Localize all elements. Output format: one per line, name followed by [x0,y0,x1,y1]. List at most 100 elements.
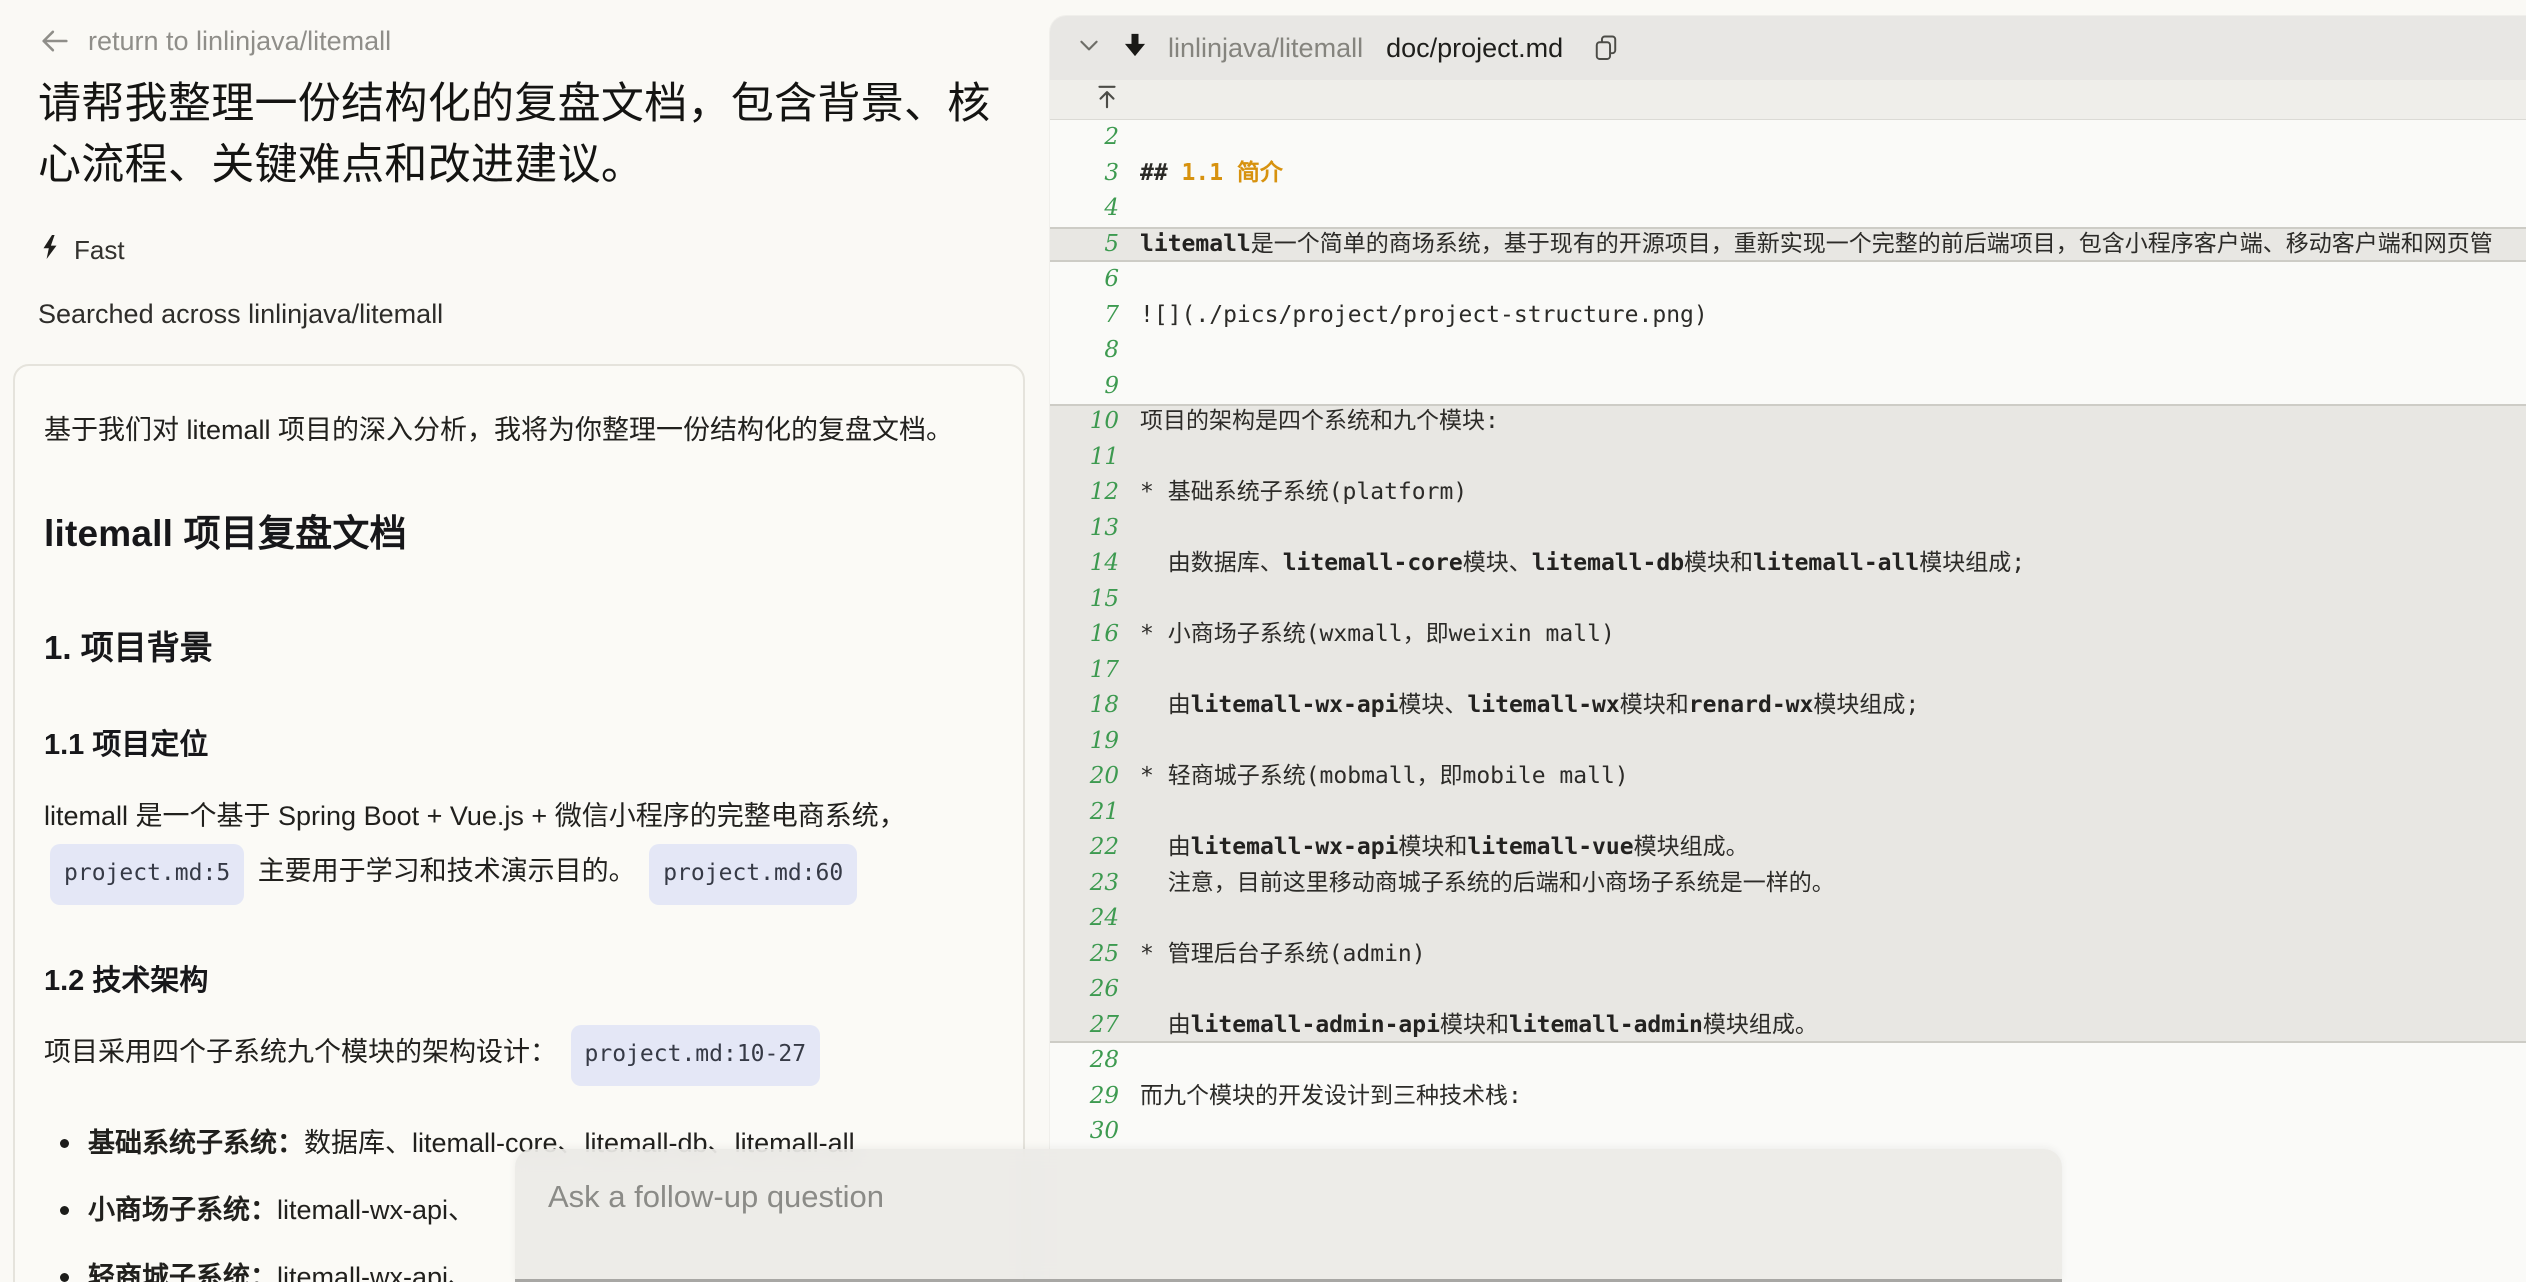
paragraph-text: 项目采用四个子系统九个模块的架构设计： [44,1037,557,1067]
return-link-label: return to linlinjava/litemall [88,26,391,57]
code-line: 7![](./pics/project/project-structure.pn… [1050,298,2526,334]
line-content [1140,1043,2526,1079]
code-line: 25* 管理后台子系统(admin) [1050,937,2526,973]
line-number: 6 [1050,262,1140,298]
code-line: 19 [1050,724,2526,760]
code-toolbar [1050,80,2526,120]
file-path[interactable]: doc/project.md [1386,33,1563,64]
user-question: 请帮我整理一份结构化的复盘文档，包含背景、核心流程、关键难点和改进建议。 [38,74,998,196]
code-line: 10项目的架构是四个系统和九个模块: [1050,404,2526,440]
line-number: 19 [1050,724,1140,760]
line-number: 13 [1050,511,1140,547]
subsection-heading: 1.2 技术架构 [44,957,975,999]
follow-up-input[interactable]: Ask a follow-up question [515,1149,2062,1282]
repo-name[interactable]: linlinjava/litemall [1168,33,1363,64]
line-content [1140,511,2526,547]
scroll-to-top-icon[interactable] [1094,83,1120,116]
copy-icon[interactable] [1592,33,1620,63]
line-content: 由数据库、litemall-core模块、litemall-db模块和litem… [1140,546,2526,582]
line-content [1140,120,2526,156]
line-content: * 轻商城子系统(mobmall，即mobile mall) [1140,759,2526,795]
code-line: 12* 基础系统子系统(platform) [1050,475,2526,511]
citation-badge[interactable]: project.md:60 [649,844,857,905]
code-line: 6 [1050,262,2526,298]
code-line: 21 [1050,795,2526,831]
line-content: ## 1.1 简介 [1140,156,2526,192]
code-line: 29而九个模块的开发设计到三种技术栈: [1050,1079,2526,1115]
code-line: 30 [1050,1114,2526,1150]
line-number: 8 [1050,333,1140,369]
citation-badge[interactable]: project.md:5 [50,844,244,905]
line-number: 22 [1050,830,1140,866]
paragraph: 项目采用四个子系统九个模块的架构设计： project.md:10-27 [44,1025,975,1086]
section-heading: 1. 项目背景 [44,621,975,669]
answer-card: 基于我们对 litemall 项目的深入分析，我将为你整理一份结构化的复盘文档。… [13,364,1025,1282]
line-number: 23 [1050,866,1140,902]
line-content: 由litemall-wx-api模块、litemall-wx模块和renard-… [1140,688,2526,724]
line-number: 5 [1050,227,1140,263]
line-content: 注意，目前这里移动商城子系统的后端和小商场子系统是一样的。 [1140,866,2526,902]
paragraph-text: litemall 是一个基于 Spring Boot + Vue.js + 微信… [44,801,906,831]
code-line: 3## 1.1 简介 [1050,156,2526,192]
line-content: 项目的架构是四个系统和九个模块: [1140,404,2526,440]
code-line: 4 [1050,191,2526,227]
line-content: ![](./pics/project/project-structure.png… [1140,298,2526,334]
file-viewer-header: linlinjava/litemall doc/project.md [1050,16,2526,80]
return-link[interactable]: return to linlinjava/litemall [38,24,1040,58]
line-number: 3 [1050,156,1140,192]
code-content[interactable]: 23 ## 1.1 简介45litemall是一个简单的商场系统，基于现有的开源项… [1050,120,2526,1150]
line-content: 而九个模块的开发设计到三种技术栈: [1140,1079,2526,1115]
line-content [1140,1114,2526,1150]
line-content [1140,795,2526,831]
chat-panel: return to linlinjava/litemall 请帮我整理一份结构化… [0,0,1040,1282]
line-content [1140,972,2526,1008]
line-number: 7 [1050,298,1140,334]
line-number: 18 [1050,688,1140,724]
code-line: 14 由数据库、litemall-core模块、litemall-db模块和li… [1050,546,2526,582]
line-number: 21 [1050,795,1140,831]
line-content [1140,582,2526,618]
line-number: 14 [1050,546,1140,582]
mode-label: Fast [74,235,125,266]
lightning-bolt-icon [38,234,62,267]
line-number: 10 [1050,404,1140,440]
line-number: 9 [1050,369,1140,405]
line-content: * 基础系统子系统(platform) [1140,475,2526,511]
answer-intro: 基于我们对 litemall 项目的深入分析，我将为你整理一份结构化的复盘文档。 [44,404,975,457]
code-line: 22 由litemall-wx-api模块和litemall-vue模块组成。 [1050,830,2526,866]
code-line: 8 [1050,333,2526,369]
line-number: 25 [1050,937,1140,973]
line-number: 26 [1050,972,1140,1008]
line-content [1140,724,2526,760]
code-line: 26 [1050,972,2526,1008]
arrow-down-icon[interactable] [1121,30,1149,67]
subsection-heading: 1.1 项目定位 [44,721,975,763]
code-line: 11 [1050,440,2526,476]
code-line: 9 [1050,369,2526,405]
chevron-down-icon[interactable] [1076,32,1102,65]
code-line: 23 注意，目前这里移动商城子系统的后端和小商场子系统是一样的。 [1050,866,2526,902]
line-number: 30 [1050,1114,1140,1150]
citation-badge[interactable]: project.md:10-27 [571,1025,821,1086]
line-number: 12 [1050,475,1140,511]
line-number: 11 [1050,440,1140,476]
line-number: 29 [1050,1079,1140,1115]
line-content [1140,901,2526,937]
paragraph: litemall 是一个基于 Spring Boot + Vue.js + 微信… [44,789,975,905]
code-line: 16* 小商场子系统(wxmall，即weixin mall) [1050,617,2526,653]
mode-indicator: Fast [38,234,1040,267]
line-number: 16 [1050,617,1140,653]
code-line: 13 [1050,511,2526,547]
code-line: 24 [1050,901,2526,937]
code-line: 28 [1050,1043,2526,1079]
code-line: 17 [1050,653,2526,689]
line-content [1140,369,2526,405]
code-line: 5litemall是一个简单的商场系统，基于现有的开源项目，重新实现一个完整的前… [1050,227,2526,263]
back-arrow-icon [38,24,72,58]
line-number: 28 [1050,1043,1140,1079]
line-number: 4 [1050,191,1140,227]
line-content [1140,653,2526,689]
line-content [1140,440,2526,476]
follow-up-placeholder: Ask a follow-up question [548,1179,884,1215]
line-content: 由litemall-wx-api模块和litemall-vue模块组成。 [1140,830,2526,866]
